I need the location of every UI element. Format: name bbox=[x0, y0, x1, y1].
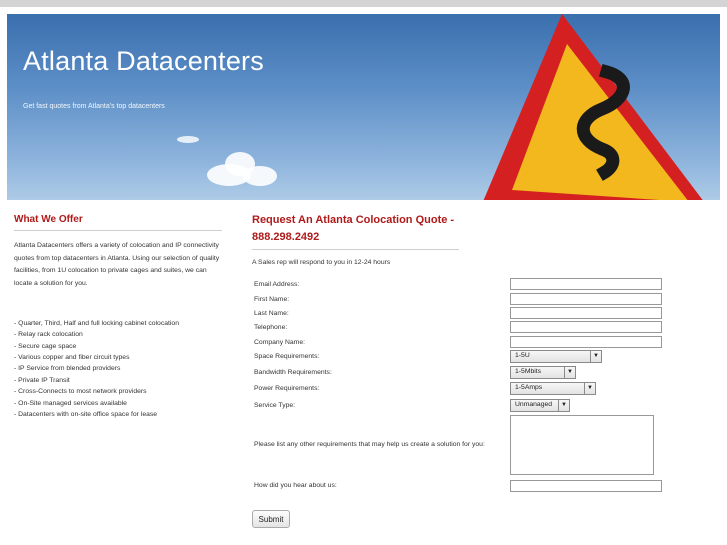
other-requirements-label: Please list any other requirements that … bbox=[254, 441, 485, 448]
space-select[interactable]: 1-5U ▼ bbox=[510, 350, 602, 363]
site-tagline: Get fast quotes from Atlanta's top datac… bbox=[23, 103, 165, 110]
header-banner: Atlanta Datacenters Get fast quotes from… bbox=[7, 14, 720, 200]
chevron-down-icon: ▼ bbox=[558, 400, 569, 411]
service-label: Service Type: bbox=[254, 402, 296, 409]
bandwidth-label: Bandwidth Requirements: bbox=[254, 369, 332, 376]
first-name-field[interactable] bbox=[510, 293, 662, 305]
email-label: Email Address: bbox=[254, 281, 300, 288]
other-requirements-textarea[interactable] bbox=[510, 415, 654, 475]
space-label: Space Requirements: bbox=[254, 353, 320, 360]
divider bbox=[14, 230, 222, 231]
email-field[interactable] bbox=[510, 278, 662, 290]
list-item: - On-Site managed services available bbox=[14, 399, 127, 407]
telephone-field[interactable] bbox=[510, 321, 662, 333]
quote-form: Request An Atlanta Colocation Quote - 88… bbox=[252, 212, 712, 528]
site-title: Atlanta Datacenters bbox=[23, 46, 264, 76]
offer-section: What We Offer Atlanta Datacenters offers… bbox=[14, 214, 222, 420]
offer-list: - Quarter, Third, Half and full locking … bbox=[14, 318, 222, 421]
list-item: - Quarter, Third, Half and full locking … bbox=[14, 319, 179, 327]
list-item: - Datacenters with on-site office space … bbox=[14, 411, 158, 419]
list-item: - Relay rack colocation bbox=[14, 331, 83, 339]
last-name-label: Last Name: bbox=[254, 310, 289, 317]
chevron-down-icon: ▼ bbox=[564, 367, 575, 378]
last-name-field[interactable] bbox=[510, 307, 662, 319]
service-select[interactable]: Unmanaged ▼ bbox=[510, 399, 570, 412]
response-note: A Sales rep will respond to you in 12-24… bbox=[252, 259, 391, 266]
first-name-label: First Name: bbox=[254, 296, 290, 303]
telephone-label: Telephone: bbox=[254, 324, 288, 331]
power-select-value: 1-5Amps bbox=[515, 384, 543, 391]
divider bbox=[252, 249, 459, 250]
company-field[interactable] bbox=[510, 336, 662, 348]
chevron-down-icon: ▼ bbox=[590, 351, 601, 362]
cloud-small bbox=[177, 136, 199, 143]
service-select-value: Unmanaged bbox=[515, 401, 553, 408]
company-label: Company Name: bbox=[254, 339, 305, 346]
list-item: - Cross-Connects to most network provide… bbox=[14, 388, 147, 396]
offer-description: Atlanta Datacenters offers a variety of … bbox=[14, 242, 220, 288]
list-item: - IP Service from blended providers bbox=[14, 365, 121, 373]
space-select-value: 1-5U bbox=[515, 352, 530, 359]
cloud-large-part bbox=[243, 166, 277, 186]
offer-heading: What We Offer bbox=[14, 214, 83, 225]
bandwidth-select[interactable]: 1-5Mbits ▼ bbox=[510, 366, 576, 379]
list-item: - Secure cage space bbox=[14, 342, 77, 350]
hear-about-label: How did you hear about us: bbox=[254, 482, 337, 489]
power-label: Power Requirements: bbox=[254, 385, 320, 392]
bandwidth-select-value: 1-5Mbits bbox=[515, 368, 542, 375]
top-bar bbox=[0, 0, 727, 7]
chevron-down-icon: ▼ bbox=[584, 383, 595, 394]
list-item: - Various copper and fiber circuit types bbox=[14, 354, 130, 362]
hear-about-field[interactable] bbox=[510, 480, 662, 492]
road-sign-icon bbox=[483, 14, 703, 200]
submit-button[interactable]: Submit bbox=[252, 510, 290, 528]
power-select[interactable]: 1-5Amps ▼ bbox=[510, 382, 596, 395]
list-item: - Private IP Transit bbox=[14, 376, 70, 384]
form-heading: Request An Atlanta Colocation Quote - 88… bbox=[252, 214, 455, 243]
